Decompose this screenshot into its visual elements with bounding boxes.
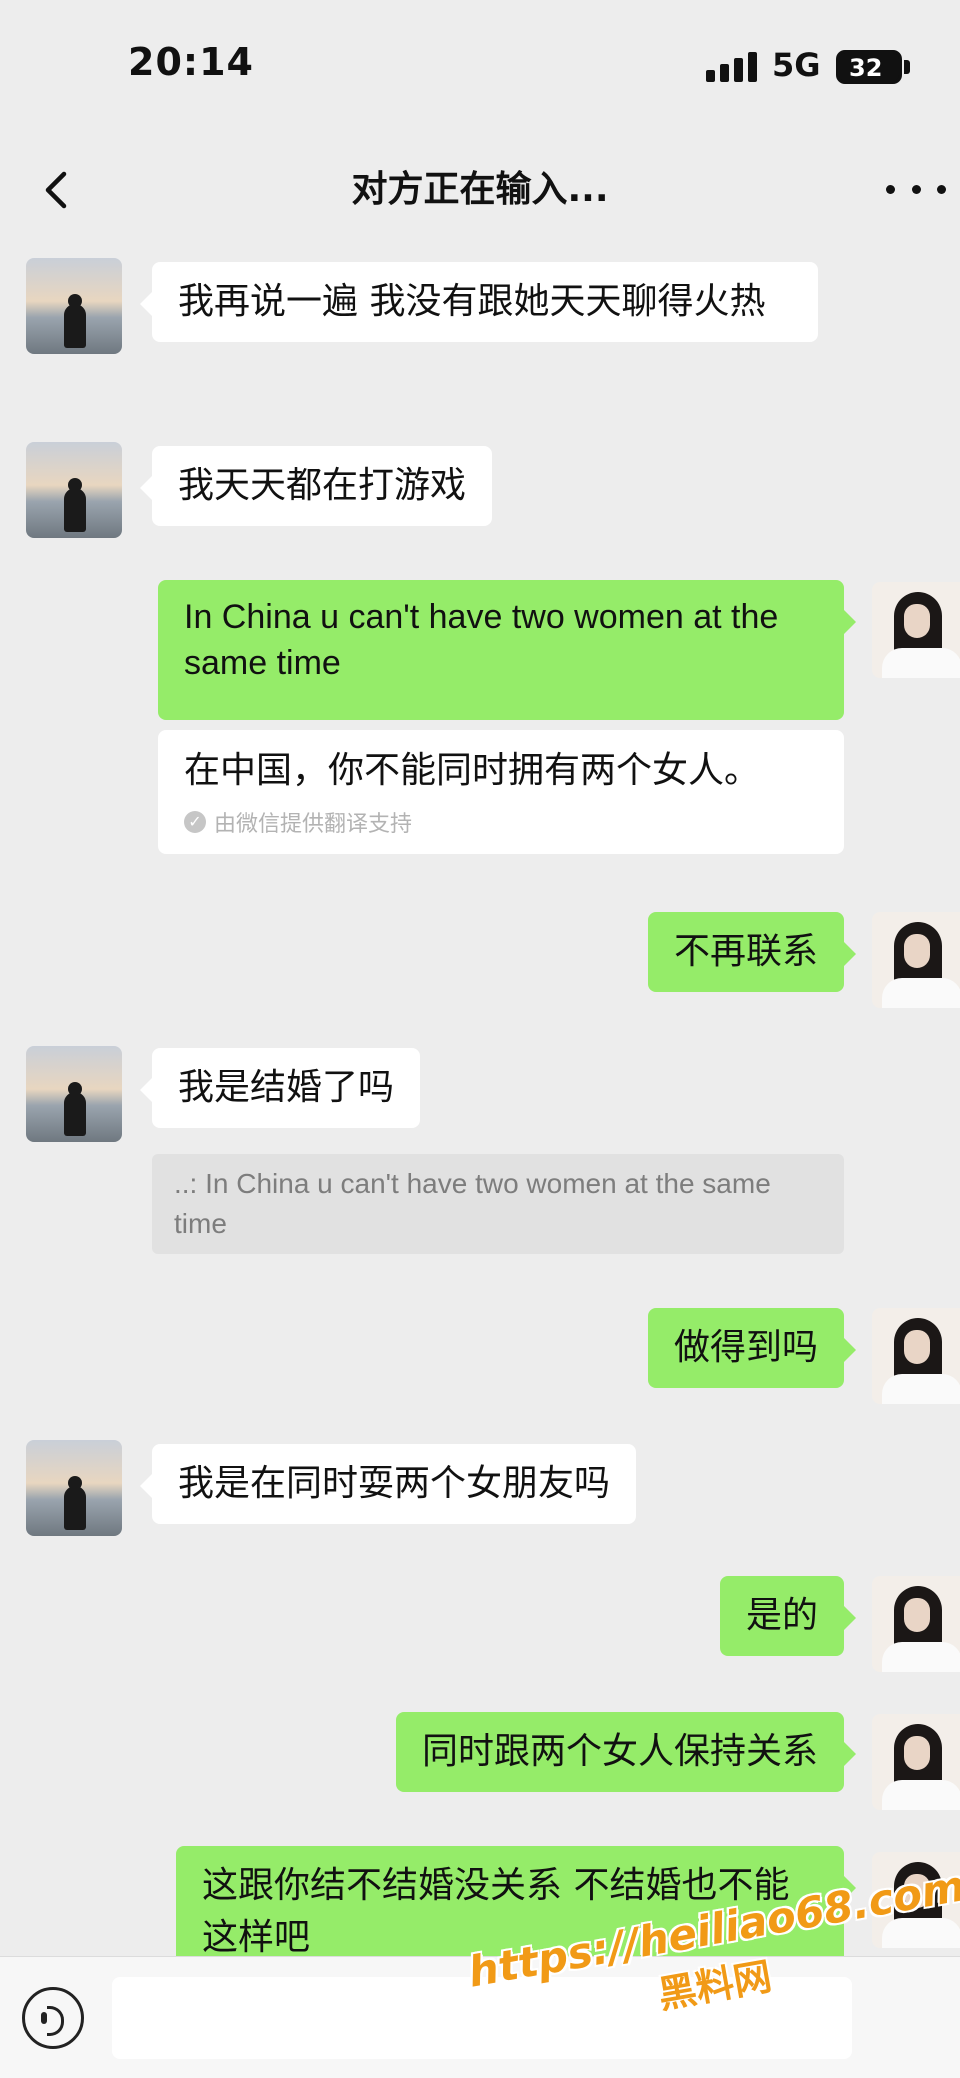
sent-message[interactable]: 是的	[719, 1576, 857, 1656]
translation-text: 在中国，你不能同时拥有两个女人。	[184, 750, 761, 791]
woman-avatar[interactable]	[872, 582, 960, 678]
check-icon: ✓	[184, 811, 206, 833]
woman-avatar[interactable]	[872, 1308, 960, 1404]
battery-icon: 32	[836, 50, 902, 84]
translation-note: ✓ 由微信提供翻译支持	[184, 806, 818, 838]
nav-bar: 对方正在输入...	[0, 140, 960, 240]
status-bar: 20:14 5G 32	[0, 0, 960, 140]
sunset-silhouette-avatar[interactable]	[26, 1440, 122, 1536]
received-message[interactable]: 我是在同时耍两个女朋友吗	[139, 1444, 637, 1524]
network-type: 5G	[772, 46, 821, 84]
signal-icon	[706, 52, 758, 82]
voice-icon[interactable]	[22, 1987, 84, 2049]
sunset-silhouette-avatar[interactable]	[26, 1046, 122, 1142]
woman-avatar[interactable]	[872, 1714, 960, 1810]
translation-card[interactable]: 在中国，你不能同时拥有两个女人。 ✓ 由微信提供翻译支持	[158, 730, 844, 854]
quoted-message[interactable]: ..: In China u can't have two women at t…	[152, 1154, 844, 1254]
sent-message[interactable]: 不再联系	[647, 912, 857, 992]
woman-avatar[interactable]	[872, 1576, 960, 1672]
received-message[interactable]: 我天天都在打游戏	[139, 446, 493, 526]
translation-provider: 由微信提供翻译支持	[214, 812, 413, 837]
battery-level: 32	[849, 54, 883, 82]
more-icon[interactable]	[886, 174, 946, 204]
chat-title: 对方正在输入...	[351, 169, 609, 210]
sent-message[interactable]: 同时跟两个女人保持关系	[395, 1712, 857, 1792]
sent-message[interactable]: 做得到吗	[647, 1308, 857, 1388]
sent-message[interactable]: In China u can't have two women at the s…	[158, 580, 856, 720]
sunset-silhouette-avatar[interactable]	[26, 442, 122, 538]
battery-cap	[904, 60, 910, 74]
received-message[interactable]: 我再说一遍 我没有跟她天天聊得火热	[140, 262, 818, 342]
received-message[interactable]: 我是结婚了吗	[139, 1048, 421, 1128]
status-time: 20:14	[128, 40, 254, 84]
sunset-silhouette-avatar[interactable]	[26, 258, 122, 354]
woman-avatar[interactable]	[872, 912, 960, 1008]
